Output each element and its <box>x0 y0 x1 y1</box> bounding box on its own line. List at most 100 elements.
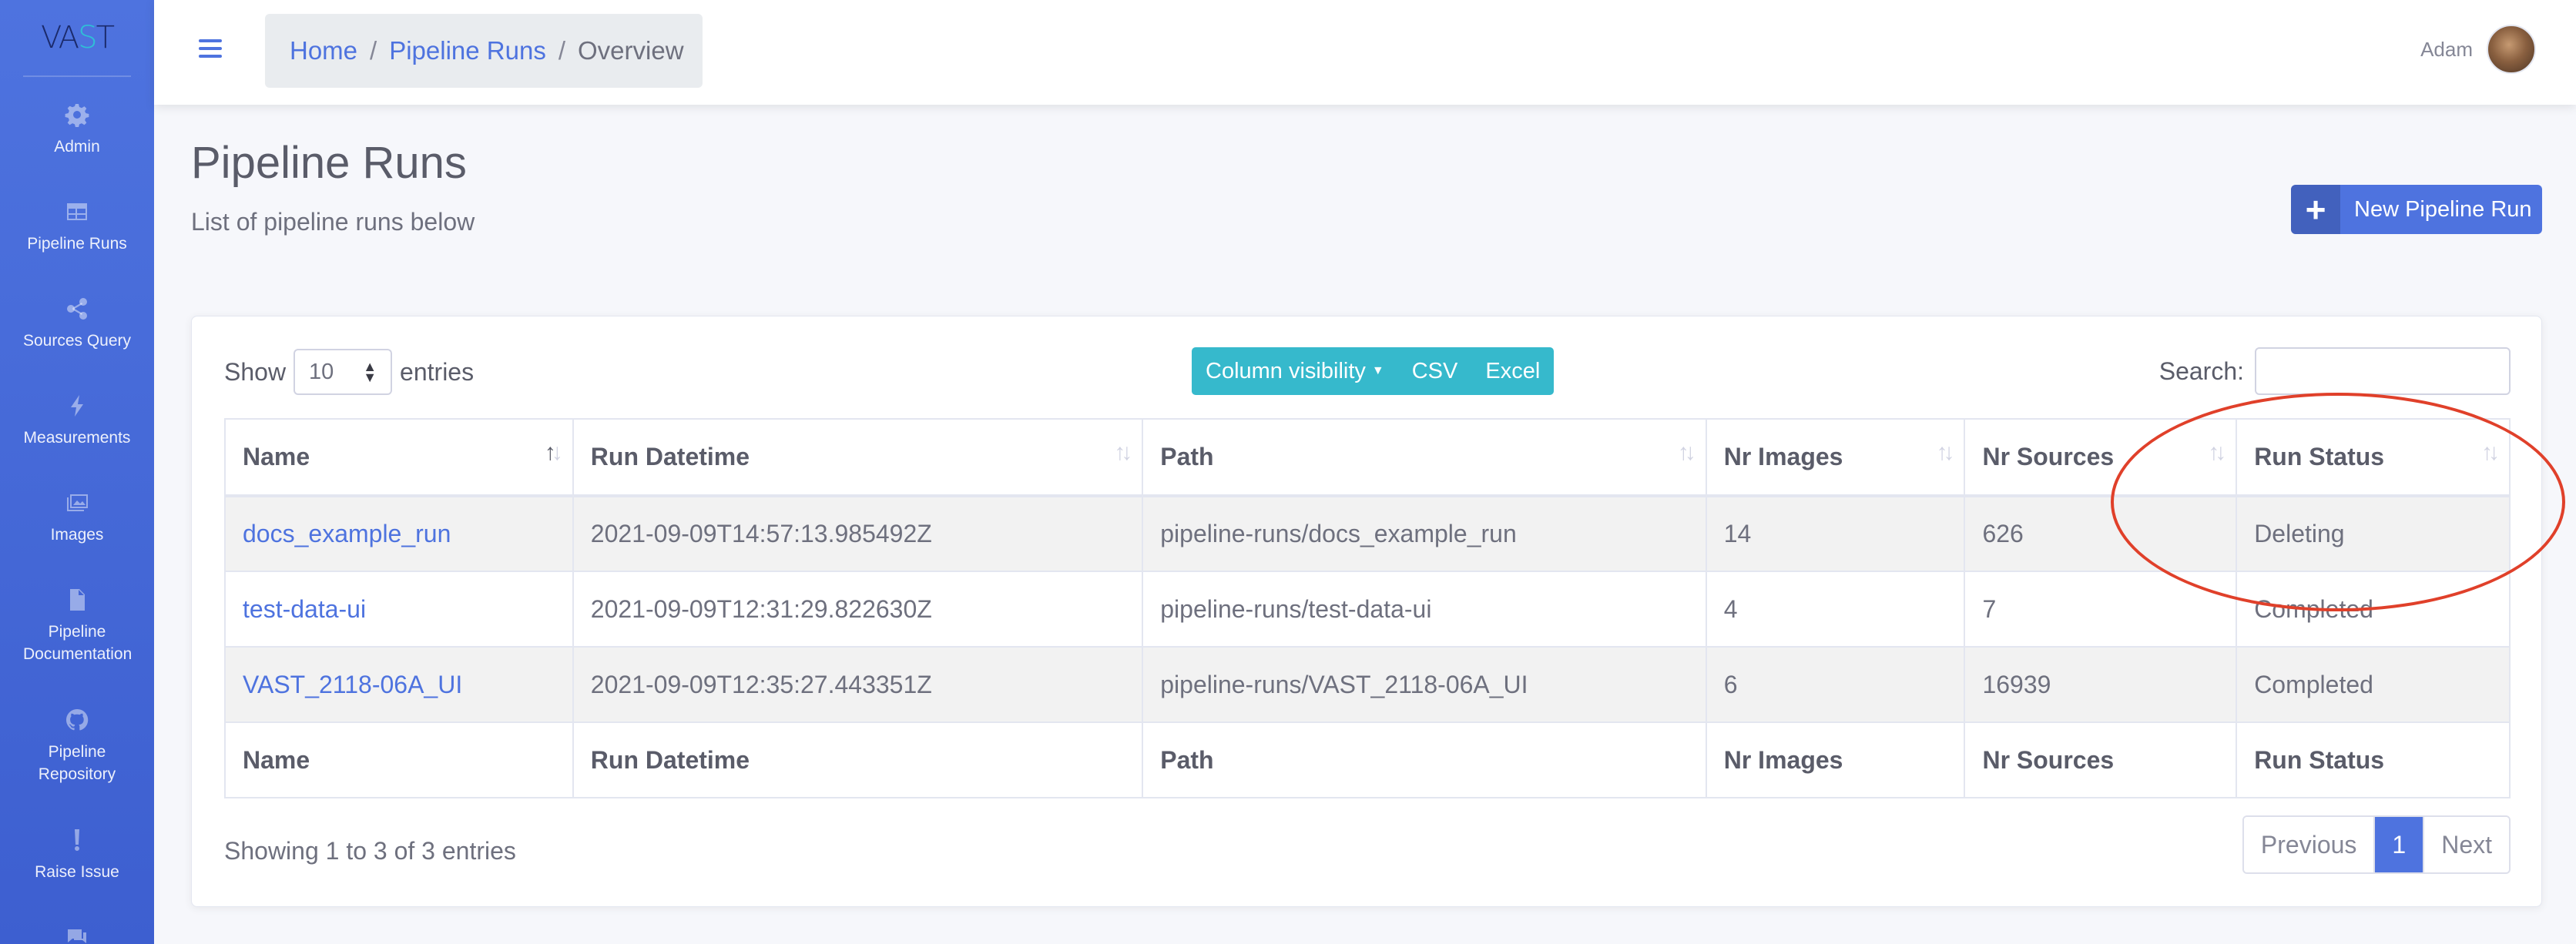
breadcrumb-separator: / <box>370 36 377 65</box>
cell-nr-images: 14 <box>1705 495 1966 572</box>
brand-text: VAST <box>41 20 115 55</box>
sidebar-item-measurements[interactable]: Measurements <box>0 393 154 449</box>
caret-down-icon: ▼ <box>1371 364 1384 377</box>
menu-bar <box>199 39 222 42</box>
column-visibility-label: Column visibility <box>1206 358 1366 383</box>
search-input[interactable] <box>2255 347 2511 395</box>
share-icon <box>64 296 90 322</box>
column-header-run-datetime[interactable]: Run Datetime ↑↓ <box>572 418 1144 497</box>
cell-run-datetime: 2021-09-09T14:57:13.985492Z <box>572 495 1144 572</box>
sidebar-item-pipeline-documentation[interactable]: Pipeline Documentation <box>0 587 154 665</box>
cell-nr-images: 4 <box>1705 571 1966 648</box>
run-name-link[interactable]: test-data-ui <box>243 595 366 623</box>
cell-run-status: Completed <box>2236 571 2511 648</box>
footer-header-run-status: Run Status <box>2236 721 2511 798</box>
topbar: Home / Pipeline Runs / Overview Adam <box>154 0 2576 105</box>
column-header-nr-images[interactable]: Nr Images ↑↓ <box>1705 418 1966 497</box>
breadcrumb-home-link[interactable]: Home <box>290 36 357 65</box>
cell-run-status: Deleting <box>2236 495 2511 572</box>
sidebar-item-label: Images <box>50 526 104 544</box>
breadcrumb-pipeline-runs-link[interactable]: Pipeline Runs <box>389 36 546 65</box>
sidebar-item-label: Admin <box>54 138 100 156</box>
images-icon <box>64 490 90 516</box>
csv-button[interactable]: CSV <box>1397 347 1472 395</box>
sort-icon: ↑↓ <box>2481 440 2500 465</box>
table-footer-row: Name Run Datetime Path Nr Images Nr Sour… <box>224 721 2511 798</box>
sidebar-item-admin[interactable]: Admin <box>0 102 154 158</box>
pipeline-runs-table: Name ↑↓ Run Datetime ↑↓ Path ↑↓ Nr Images ↑↓… <box>224 418 2511 798</box>
menu-bar <box>199 47 222 50</box>
run-name-link[interactable]: VAST_2118-06A_UI <box>243 671 462 698</box>
brand-logo[interactable]: VAST <box>23 0 131 77</box>
select-arrows-icon: ▲ ▼ <box>363 359 377 385</box>
sidebar-item-sources-query[interactable]: Sources Query <box>0 296 154 352</box>
sidebar-item-images[interactable]: Images <box>0 490 154 546</box>
gear-icon <box>64 102 90 128</box>
page-length-select[interactable]: 10 ▲ ▼ <box>293 349 393 395</box>
cell-name: VAST_2118-06A_UI <box>224 646 574 723</box>
sidebar-item-label: Raise Issue <box>35 863 119 881</box>
plus-icon: + <box>2291 185 2340 234</box>
table-icon <box>64 199 90 225</box>
sidebar-item-pipeline-repository[interactable]: Pipeline Repository <box>0 707 154 785</box>
pagination: Previous 1 Next <box>2242 815 2511 874</box>
sidebar-item-label: Measurements <box>23 429 131 447</box>
table-row: docs_example_run 2021-09-09T14:57:13.985… <box>224 495 2511 572</box>
user-name: Adam <box>2420 37 2473 61</box>
cell-name: test-data-ui <box>224 571 574 648</box>
bolt-icon <box>64 393 90 419</box>
sidebar-item-label: Sources Query <box>22 332 132 350</box>
next-page-button[interactable]: Next <box>2424 817 2509 872</box>
sidebar-item-more[interactable] <box>0 924 154 944</box>
cell-nr-sources: 626 <box>1964 495 2238 572</box>
page-length-value: 10 <box>309 359 334 384</box>
column-header-name[interactable]: Name ↑↓ <box>224 418 574 497</box>
sidebar-item-pipeline-runs[interactable]: Pipeline Runs <box>0 199 154 255</box>
export-button-group: Column visibility ▼ CSV Excel <box>1192 347 1555 395</box>
sort-icon: ↑↓ <box>1114 440 1132 465</box>
file-icon <box>64 587 90 613</box>
avatar <box>2487 25 2536 74</box>
sort-icon: ↑↓ <box>2208 440 2226 465</box>
column-header-run-status[interactable]: Run Status ↑↓ <box>2236 418 2511 497</box>
comments-icon <box>64 924 90 944</box>
cell-run-datetime: 2021-09-09T12:35:27.443351Z <box>572 646 1144 723</box>
cell-nr-sources: 16939 <box>1964 646 2238 723</box>
sidebar-item-label: Pipeline Repository <box>38 743 116 783</box>
breadcrumb: Home / Pipeline Runs / Overview <box>265 14 703 88</box>
pipeline-runs-card: Show 10 ▲ ▼ entries Column visibility ▼ C… <box>191 316 2542 907</box>
breadcrumb-separator: / <box>558 36 565 65</box>
cell-run-datetime: 2021-09-09T12:31:29.822630Z <box>572 571 1144 648</box>
github-icon <box>64 707 90 733</box>
sidebar-item-raise-issue[interactable]: Raise Issue <box>0 827 154 883</box>
footer-header-run-datetime: Run Datetime <box>572 721 1144 798</box>
run-name-link[interactable]: docs_example_run <box>243 520 451 547</box>
cell-path: pipeline-runs/docs_example_run <box>1142 495 1707 572</box>
excel-button[interactable]: Excel <box>1471 347 1555 395</box>
footer-header-nr-sources: Nr Sources <box>1964 721 2238 798</box>
new-pipeline-run-button[interactable]: + New Pipeline Run <box>2291 185 2542 234</box>
sidebar-toggle-button[interactable] <box>197 35 223 62</box>
table-row: VAST_2118-06A_UI 2021-09-09T12:35:27.443… <box>224 646 2511 723</box>
sidebar-item-label: Pipeline Documentation <box>23 623 132 663</box>
page-subtitle: List of pipeline runs below <box>191 208 475 236</box>
cell-name: docs_example_run <box>224 495 574 572</box>
column-header-nr-sources[interactable]: Nr Sources ↑↓ <box>1964 418 2238 497</box>
sidebar-item-label: Pipeline Runs <box>27 235 127 253</box>
cell-run-status: Completed <box>2236 646 2511 723</box>
new-pipeline-run-label: New Pipeline Run <box>2354 196 2532 222</box>
sort-icon: ↑↓ <box>1677 440 1696 465</box>
menu-bar <box>199 55 222 58</box>
user-menu[interactable]: Adam <box>2420 25 2536 74</box>
table-header-row: Name ↑↓ Run Datetime ↑↓ Path ↑↓ Nr Images ↑↓… <box>224 418 2511 497</box>
page-1-button[interactable]: 1 <box>2375 817 2425 872</box>
column-header-path[interactable]: Path ↑↓ <box>1142 418 1707 497</box>
column-visibility-button[interactable]: Column visibility ▼ <box>1192 347 1398 395</box>
previous-page-button[interactable]: Previous <box>2243 817 2376 872</box>
cell-path: pipeline-runs/test-data-ui <box>1142 571 1707 648</box>
sort-ascending-icon: ↑↓ <box>544 440 563 465</box>
page-length-control: Show 10 ▲ ▼ entries <box>224 349 474 395</box>
table-search: Search: <box>2159 347 2511 395</box>
show-label: Show <box>224 357 287 386</box>
exclamation-icon <box>64 827 90 853</box>
